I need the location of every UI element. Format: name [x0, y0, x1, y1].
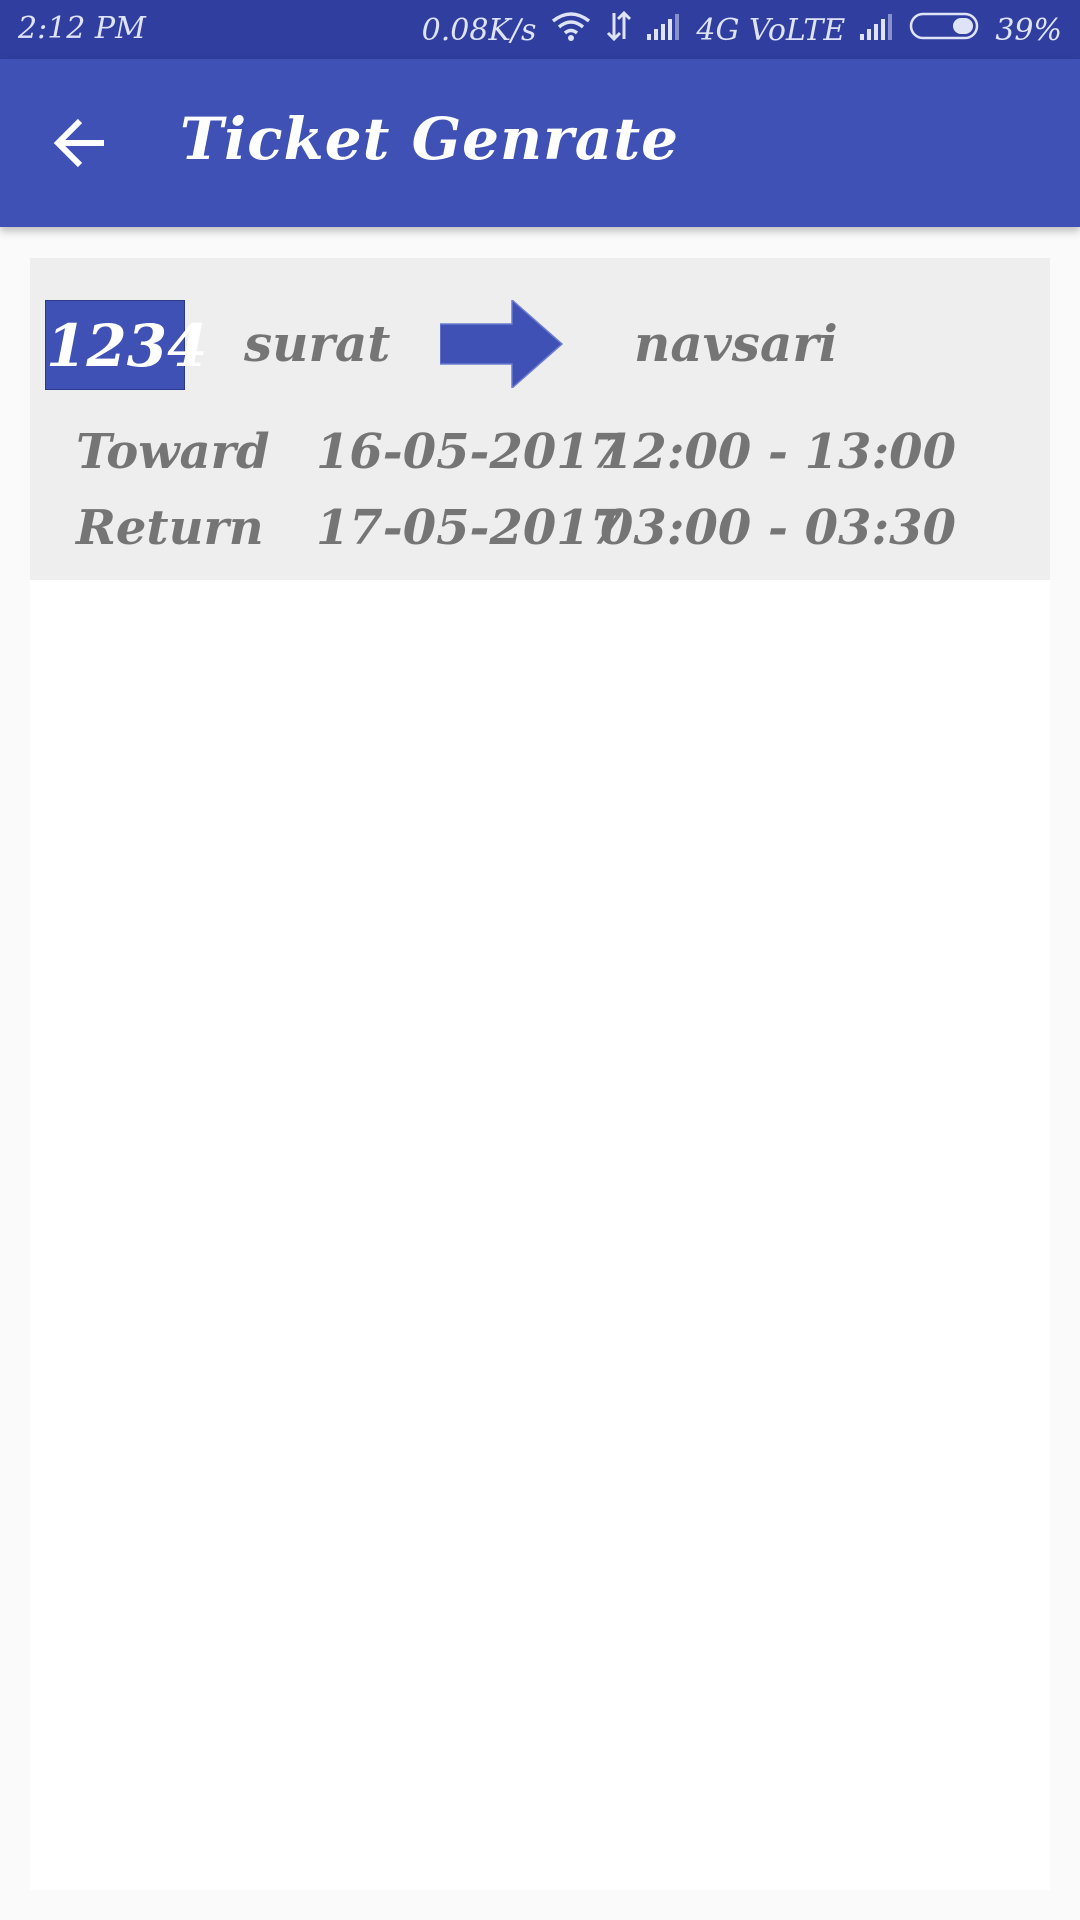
return-time: 03:00 - 03:30 — [600, 500, 956, 556]
battery-percent: 39% — [995, 12, 1062, 48]
wifi-icon — [550, 11, 592, 49]
signal-icon — [859, 13, 895, 48]
battery-icon — [909, 12, 981, 48]
return-date: 17-05-2017 — [316, 500, 624, 556]
ticket-card[interactable]: 1234 surat navsari Toward 16-05-2017 12:… — [30, 258, 1050, 580]
back-button[interactable] — [50, 113, 116, 173]
arrow-left-icon — [53, 118, 104, 168]
toward-label: Toward — [76, 424, 270, 480]
data-transfer-icon — [606, 10, 632, 49]
from-city: surat — [244, 314, 391, 373]
network-speed: 0.08K/s — [421, 12, 537, 48]
arrow-right-icon — [440, 300, 564, 388]
to-city: navsari — [634, 314, 838, 373]
toward-time: 12:00 - 13:00 — [600, 424, 956, 480]
status-indicators: 0.08K/s 4G VoLTE 39% — [421, 10, 1062, 49]
status-time: 2:12 PM — [18, 11, 146, 46]
signal-icon — [646, 13, 682, 48]
ticket-list: 1234 surat navsari Toward 16-05-2017 12:… — [30, 258, 1050, 1890]
toward-date: 16-05-2017 — [316, 424, 624, 480]
page-title: Ticket Genrate — [180, 105, 680, 173]
network-type: 4G VoLTE — [696, 12, 846, 48]
ticket-number-badge: 1234 — [45, 300, 207, 390]
app-bar: Ticket Genrate — [0, 59, 1080, 227]
status-bar: 2:12 PM 0.08K/s 4G VoLTE 39% — [0, 0, 1080, 59]
return-label: Return — [76, 500, 264, 556]
